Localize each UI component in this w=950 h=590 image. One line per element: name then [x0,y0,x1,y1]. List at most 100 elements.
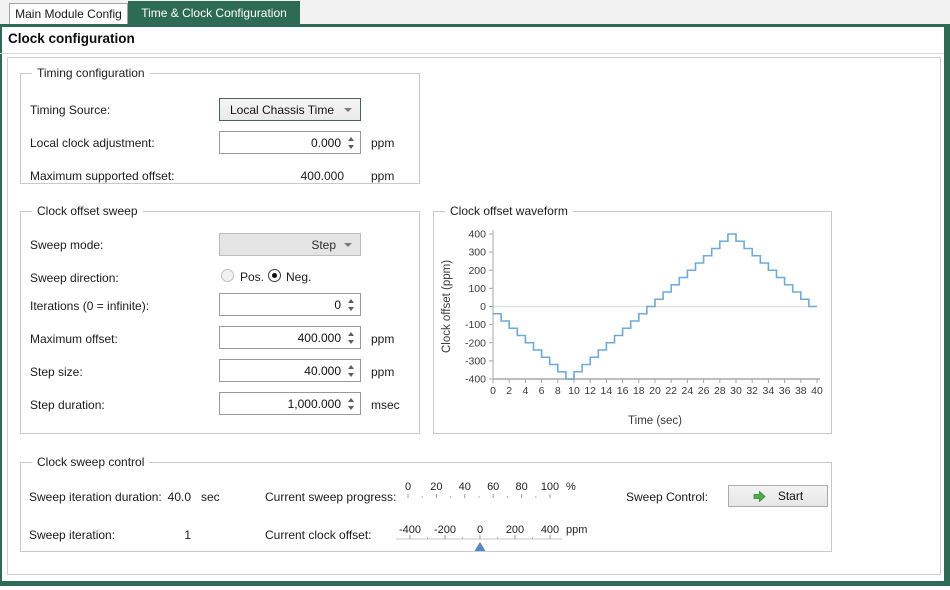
tab-accent-line [0,24,950,27]
window-border-bottom [0,581,950,586]
spinner-buttons[interactable] [344,327,358,348]
svg-text:40: 40 [811,385,823,397]
timing-configuration-title: Timing configuration [32,66,150,80]
tab-main-module-config[interactable]: Main Module Config [9,3,128,24]
page-title: Clock configuration [8,31,135,46]
waveform-chart: 4003002001000-100-200-300-4000 2 4 6 8 10 12 14… [441,229,823,428]
spin-up-icon[interactable] [348,364,354,369]
clock-offset-waveform-group: Clock offset waveform 400 300 200 100 0 -100-… [433,204,832,434]
sweep-mode-value: Step [311,237,336,252]
tab-time-clock-configuration[interactable]: Time & Clock Configuration [128,1,300,24]
iterations-input[interactable]: 0 [219,293,361,316]
timing-configuration-group: Timing configuration Timing Source: Loca… [20,66,420,184]
sweep-iteration-duration-unit: sec [201,490,220,504]
spinner-buttons[interactable] [344,132,358,153]
svg-text:20: 20 [649,385,661,397]
svg-text:400: 400 [541,524,559,536]
svg-text:16: 16 [617,385,629,397]
svg-text:34: 34 [763,385,775,397]
step-size-value: 40.000 [304,364,341,378]
svg-text:18: 18 [633,385,645,397]
spin-down-icon[interactable] [348,339,354,344]
svg-text:0: 0 [477,524,483,536]
svg-text:-400: -400 [465,374,486,386]
clock-sweep-control-group: Clock sweep control Sweep iteration dura… [20,455,832,552]
spinner-buttons[interactable] [344,393,358,414]
clock-offset-sweep-group: Clock offset sweep Sweep mode: Step Swee… [20,204,420,434]
radio-pos-label[interactable]: Pos. [240,270,264,284]
step-size-label: Step size: [30,365,83,379]
spin-down-icon[interactable] [348,405,354,410]
maximum-offset-unit: ppm [371,332,395,346]
sweep-iteration-label: Sweep iteration: [29,528,116,542]
svg-text:-400: -400 [399,524,421,536]
x-axis-label: Time (sec) [628,415,682,427]
sweep-iteration-duration-value: 40.0 [167,490,191,504]
gauge-unit: % [566,481,576,493]
y-axis-label: Clock offset (ppm) [441,260,453,353]
radio-neg[interactable] [268,269,281,282]
chevron-down-icon [344,242,352,247]
sweep-iteration-duration-label: Sweep iteration duration: [29,490,162,504]
current-clock-offset-label: Current clock offset: [265,528,372,542]
svg-text:400: 400 [468,229,486,241]
iterations-value: 0 [334,298,341,312]
maximum-offset-label: Maximum offset: [30,332,118,346]
step-duration-label: Step duration: [30,398,105,412]
local-clock-adjustment-unit: ppm [371,136,395,150]
maximum-supported-offset-value: 400.000 [300,169,344,183]
timing-source-label: Timing Source: [30,103,111,117]
radio-pos[interactable] [221,269,234,282]
spinner-buttons[interactable] [344,294,358,315]
svg-text:22: 22 [665,385,677,397]
current-sweep-progress-label: Current sweep progress: [265,490,397,504]
spin-up-icon[interactable] [348,298,354,303]
svg-text:2: 2 [506,385,512,397]
clock-offset-gauge: -400 -200 0 200 400 ppm [396,524,587,551]
svg-text:10: 10 [568,385,580,397]
svg-text:200: 200 [506,524,524,536]
spin-down-icon[interactable] [348,306,354,311]
spin-up-icon[interactable] [348,331,354,336]
svg-text:36: 36 [779,385,791,397]
spin-up-icon[interactable] [348,136,354,141]
maximum-offset-input[interactable]: 400.000 [219,326,361,349]
timing-source-value: Local Chassis Time [229,102,335,117]
start-button-label: Start [777,489,804,503]
step-size-input[interactable]: 40.000 [219,359,361,382]
svg-text:0: 0 [480,301,486,313]
start-button[interactable]: Start [728,485,828,507]
spinner-buttons[interactable] [344,360,358,381]
svg-text:300: 300 [468,247,486,259]
maximum-supported-offset-unit: ppm [371,169,395,183]
svg-text:12: 12 [584,385,596,397]
step-duration-input[interactable]: 1,000.000 [219,392,361,415]
svg-text:-300: -300 [465,355,486,367]
svg-text:32: 32 [746,385,758,397]
maximum-supported-offset-label: Maximum supported offset: [30,169,175,183]
svg-text:26: 26 [698,385,710,397]
svg-text:100: 100 [468,283,486,295]
svg-text:20: 20 [430,481,442,493]
svg-text:0: 0 [405,481,411,493]
chevron-down-icon [344,107,352,112]
sweep-iteration-value: 1 [184,528,191,542]
sweep-control-label: Sweep Control: [626,490,709,504]
gauge-unit: ppm [566,524,587,536]
spin-down-icon[interactable] [348,144,354,149]
offset-pointer-icon [474,542,486,551]
window-border-left [0,24,2,585]
spin-down-icon[interactable] [348,372,354,377]
spin-up-icon[interactable] [348,397,354,402]
sweep-direction-label: Sweep direction: [30,271,119,285]
svg-text:4: 4 [522,385,528,397]
clock-sweep-control-title: Clock sweep control [32,455,150,469]
local-clock-adjustment-input[interactable]: 0.000 [219,131,361,154]
tab-bar: Main Module Config Time & Clock Configur… [0,0,950,24]
step-duration-value: 1,000.000 [287,397,341,411]
svg-text:0: 0 [490,385,496,397]
title-separator [0,53,944,54]
svg-text:-200: -200 [465,337,486,349]
radio-neg-label[interactable]: Neg. [286,270,311,284]
timing-source-dropdown[interactable]: Local Chassis Time [219,98,361,121]
